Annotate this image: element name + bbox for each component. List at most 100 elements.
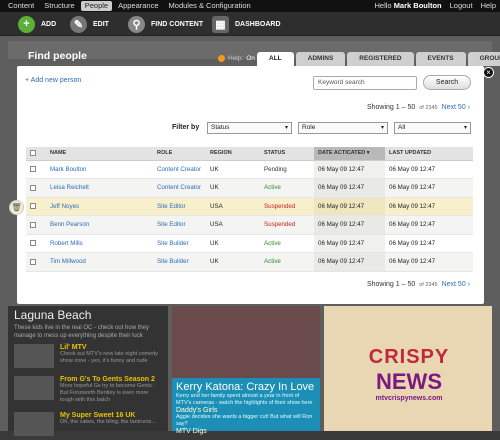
trash-icon[interactable]: 🗑 bbox=[9, 200, 24, 215]
person-name[interactable]: Mark Boulton bbox=[46, 160, 153, 179]
background-ad: CRISPY NEWS mtvcrispynews.com bbox=[324, 306, 492, 431]
chevron-down-icon: ▾ bbox=[284, 125, 288, 131]
bg-item-title: My Super Sweet 16 UK bbox=[60, 412, 136, 419]
tab-admins[interactable]: ADMINS bbox=[295, 52, 346, 66]
person-role[interactable]: Site Editor bbox=[153, 197, 206, 216]
bg-item-desc: Check out MTV's new late night comedy sh… bbox=[60, 351, 158, 364]
table-row[interactable]: Leisa Reichelt Content Creator UK Active… bbox=[26, 178, 473, 198]
find-people-panel: + Add new person Keyword search Search S… bbox=[17, 66, 484, 304]
menu-item-structure[interactable]: Structure bbox=[40, 1, 78, 11]
column-region[interactable]: REGION bbox=[206, 147, 260, 161]
filter-label: Filter by bbox=[172, 124, 200, 131]
table-row[interactable]: Tim Millwood Site Builder UK Active 06 M… bbox=[26, 252, 473, 272]
status-badge: Active bbox=[260, 178, 314, 198]
showing-total: of 2345 bbox=[419, 105, 438, 111]
status-filter-select[interactable]: Status ▾ bbox=[207, 122, 292, 134]
thumbnail bbox=[14, 344, 54, 368]
feature-title: Kerry Katona: Crazy In Love bbox=[176, 381, 315, 393]
sub1-title: Daddy's Girls bbox=[176, 407, 218, 414]
add-new-person-link[interactable]: + Add new person bbox=[25, 77, 81, 84]
menu-item-people[interactable]: People bbox=[80, 1, 113, 11]
select-all-checkbox[interactable] bbox=[30, 150, 36, 157]
table-header: NAME ROLE REGION STATUS DATE ACTICATED ▾… bbox=[26, 147, 473, 161]
edit-label: EDIT bbox=[93, 20, 109, 28]
status-badge: Pending bbox=[260, 160, 314, 179]
role-filter-select[interactable]: Role ▾ bbox=[298, 122, 388, 134]
row-checkbox[interactable] bbox=[30, 221, 36, 228]
date-activated: 06 May 09 12:47 bbox=[314, 178, 385, 198]
column-date-activated[interactable]: DATE ACTICATED ▾ bbox=[314, 147, 385, 161]
help-icon bbox=[218, 55, 225, 62]
table-row[interactable]: Mark Boulton Content Creator UK Pending … bbox=[26, 160, 473, 179]
edit-shortcut[interactable]: ✎ EDIT bbox=[70, 15, 109, 33]
column-name[interactable]: NAME bbox=[46, 147, 153, 161]
close-icon[interactable]: × bbox=[483, 67, 494, 78]
search-icon: ⚲ bbox=[128, 15, 145, 33]
person-name[interactable]: Benn Pearson bbox=[46, 215, 153, 235]
person-role[interactable]: Content Creator bbox=[153, 178, 206, 198]
status-badge: Suspended bbox=[260, 215, 314, 235]
list-item: My Super Sweet 16 UK Oh, the cakes, the b… bbox=[8, 408, 168, 440]
person-name[interactable]: Robert Mills bbox=[46, 234, 153, 253]
overlay-tabs: ALL ADMINS REGISTERED EVENTS GROUPS bbox=[257, 52, 500, 66]
people-table: NAME ROLE REGION STATUS DATE ACTICATED ▾… bbox=[26, 147, 473, 272]
person-role[interactable]: Site Builder bbox=[153, 234, 206, 253]
row-checkbox[interactable] bbox=[30, 240, 36, 247]
bg-left-title: Laguna Beach bbox=[14, 308, 92, 322]
next-page-link[interactable]: Next 50 › bbox=[442, 281, 470, 288]
row-checkbox[interactable] bbox=[30, 184, 36, 191]
row-checkbox[interactable] bbox=[30, 258, 36, 265]
feature-text: Kerry and her family spent almost a year… bbox=[176, 393, 313, 406]
date-activated: 06 May 09 12:47 bbox=[314, 234, 385, 253]
date-activated: 06 May 09 12:47 bbox=[314, 252, 385, 272]
help-toggle[interactable]: Help: On bbox=[218, 55, 255, 62]
bg-left-text: These kids live in the real OC - check o… bbox=[14, 325, 150, 339]
search-input[interactable]: Keyword search bbox=[313, 76, 417, 90]
tab-events[interactable]: EVENTS bbox=[415, 52, 466, 66]
add-label: ADD bbox=[41, 20, 57, 28]
row-checkbox[interactable] bbox=[30, 203, 36, 210]
person-name[interactable]: Tim Millwood bbox=[46, 252, 153, 272]
person-role[interactable]: Site Builder bbox=[153, 252, 206, 272]
all-filter-select[interactable]: All ▾ bbox=[394, 122, 471, 134]
person-name[interactable]: Leisa Reichelt bbox=[46, 178, 153, 198]
column-last-updated[interactable]: LAST UPDATED bbox=[385, 147, 473, 161]
status-badge: Suspended bbox=[260, 197, 314, 216]
last-updated: 06 May 09 12:47 bbox=[385, 160, 473, 179]
table-row[interactable]: Robert Mills Site Builder UK Active 06 M… bbox=[26, 234, 473, 253]
column-role[interactable]: ROLE bbox=[153, 147, 206, 161]
sub1-text: Aggie decides she wants a bigger cut! Bu… bbox=[176, 414, 313, 427]
row-checkbox[interactable] bbox=[30, 166, 36, 173]
bg-item-desc: More hopeful Gs try to become Gents - Bu… bbox=[60, 383, 156, 403]
person-role[interactable]: Content Creator bbox=[153, 160, 206, 179]
next-page-link[interactable]: Next 50 › bbox=[442, 104, 470, 111]
date-activated: 06 May 09 12:47 bbox=[314, 197, 385, 216]
column-status[interactable]: STATUS bbox=[260, 147, 314, 161]
tab-groups[interactable]: GROUPS bbox=[467, 52, 500, 66]
thumbnail bbox=[14, 412, 54, 436]
menu-item-content[interactable]: Content bbox=[4, 1, 38, 11]
dashboard-shortcut[interactable]: ▦ DASHBOARD bbox=[212, 15, 281, 33]
tab-all[interactable]: ALL bbox=[257, 52, 294, 66]
help-link[interactable]: Help bbox=[481, 1, 496, 11]
logout-link[interactable]: Logout bbox=[450, 1, 473, 11]
greeting: Hello Mark Boulton bbox=[374, 1, 442, 10]
person-role[interactable]: Site Editor bbox=[153, 215, 206, 235]
last-updated: 06 May 09 12:47 bbox=[385, 234, 473, 253]
thumbnail bbox=[14, 376, 54, 400]
tab-registered[interactable]: REGISTERED bbox=[347, 52, 414, 66]
table-row[interactable]: Jeff Noyes Site Editor USA Suspended 06 … bbox=[26, 197, 473, 216]
search-button[interactable]: Search bbox=[423, 75, 471, 90]
date-activated: 06 May 09 12:47 bbox=[314, 160, 385, 179]
table-row[interactable]: Benn Pearson Site Editor USA Suspended 0… bbox=[26, 215, 473, 235]
find-content-shortcut[interactable]: ⚲ FIND CONTENT bbox=[128, 15, 203, 33]
pager-bottom: Showing 1 – 50 of 2345 Next 50 › bbox=[367, 281, 470, 288]
username[interactable]: Mark Boulton bbox=[394, 1, 442, 10]
person-name[interactable]: Jeff Noyes bbox=[46, 197, 153, 216]
menu-item-appearance[interactable]: Appearance bbox=[114, 1, 162, 11]
add-shortcut[interactable]: + ADD bbox=[18, 15, 56, 33]
user-menu: Hello Mark Boulton Logout Help bbox=[375, 1, 497, 11]
menu-item-modules[interactable]: Modules & Configuration bbox=[165, 1, 255, 11]
help-label: Help: bbox=[228, 55, 244, 62]
bg-item-title: Lil' MTV bbox=[60, 344, 87, 351]
